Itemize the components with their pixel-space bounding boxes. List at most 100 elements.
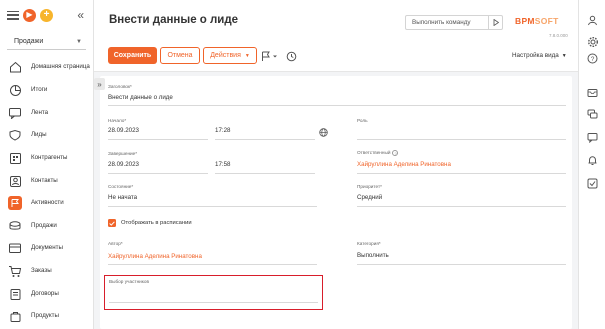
start-label: Начало* xyxy=(108,118,127,123)
command-line-input[interactable]: Выполнить команду xyxy=(405,15,503,30)
email-icon[interactable] xyxy=(586,86,599,99)
priority-field[interactable]: Средний xyxy=(357,194,382,201)
owner-label-wrap: Ответственный? xyxy=(357,150,399,156)
sidebar-item-label: Активности xyxy=(31,199,64,207)
status-label: Состояние* xyxy=(108,184,134,189)
version-label: 7.8.0.000 xyxy=(549,33,568,38)
orders-icon xyxy=(7,264,23,278)
sidebar-item-contracts[interactable]: Договоры xyxy=(0,283,93,305)
feed-icon xyxy=(7,106,23,120)
sidebar-item-products[interactable]: Продукты xyxy=(0,305,93,327)
sidebar-item-documents[interactable]: Документы xyxy=(0,237,93,259)
run-command-icon[interactable] xyxy=(488,16,502,29)
chart-icon xyxy=(7,83,23,97)
highlight-frame xyxy=(104,275,323,310)
subject-label: Заголовок* xyxy=(108,84,132,89)
end-date-field[interactable]: 28.09.2023 xyxy=(108,161,139,168)
svg-text:?: ? xyxy=(591,56,595,63)
documents-icon xyxy=(7,241,23,255)
subject-underline xyxy=(108,105,566,106)
clock-history-icon[interactable] xyxy=(286,50,297,62)
priority-label: Приоритет* xyxy=(357,184,382,189)
workplace-select-value: Продажи xyxy=(14,38,44,45)
sidebar-item-contacts[interactable]: Контакты xyxy=(0,170,93,192)
show-in-schedule-label[interactable]: Отображать в расписании xyxy=(121,220,192,226)
timezone-globe-icon[interactable] xyxy=(319,128,328,137)
status-field[interactable]: Не начата xyxy=(108,194,137,201)
end-date-underline xyxy=(108,173,208,174)
home-icon xyxy=(7,60,23,74)
tasks-checkbox-icon[interactable] xyxy=(586,177,599,190)
activities-icon xyxy=(8,196,22,210)
end-time-field[interactable]: 17:58 xyxy=(215,161,230,168)
sidebar-item-home[interactable]: Домашняя страница xyxy=(0,56,93,78)
save-button[interactable]: Сохранить xyxy=(108,47,157,64)
end-label: Завершение* xyxy=(108,151,138,156)
owner-label: Ответственный xyxy=(357,150,391,156)
sidebar-item-dashboards[interactable]: Итоги xyxy=(0,79,93,101)
actions-label: Действия xyxy=(210,52,241,59)
sidebar-item-label: Документы xyxy=(31,244,63,252)
page-title: Внести данные о лиде xyxy=(109,14,239,26)
feed-icon[interactable] xyxy=(586,131,599,144)
view-settings-button[interactable]: Настройка вида ▼ xyxy=(512,52,567,59)
sidebar-item-opportunities[interactable]: Продажи xyxy=(0,215,93,237)
leads-icon xyxy=(7,128,23,142)
sidebar-item-label: Контакты xyxy=(31,177,58,185)
contacts-icon xyxy=(7,174,23,188)
add-icon[interactable]: + xyxy=(40,8,53,22)
menu-icon[interactable] xyxy=(7,10,19,20)
sidebar-item-label: Лента xyxy=(31,109,49,117)
chevron-down-icon: ▼ xyxy=(561,52,567,59)
end-time-underline xyxy=(215,173,315,174)
sidebar-item-label: Заказы xyxy=(31,267,52,275)
cancel-button[interactable]: Отмена xyxy=(160,47,200,64)
workplace-select[interactable]: Продажи ▼ xyxy=(7,34,86,50)
flag-menu-icon[interactable] xyxy=(261,50,278,62)
bpmsoft-logo: BPMSOFT xyxy=(515,16,559,26)
priority-underline xyxy=(357,206,566,207)
help-icon[interactable]: ? xyxy=(392,150,399,156)
sidebar-item-accounts[interactable]: Контрагенты xyxy=(0,147,93,169)
sidebar-item-activities[interactable]: Активности xyxy=(0,192,93,214)
sidebar-item-orders[interactable]: Заказы xyxy=(0,260,93,282)
actions-button[interactable]: Действия ▼ xyxy=(203,47,257,64)
chat-icon[interactable] xyxy=(586,108,599,121)
process-play-icon[interactable]: ▶ xyxy=(23,8,36,22)
sidebar-item-feed[interactable]: Лента xyxy=(0,102,93,124)
role-underline xyxy=(357,139,566,140)
chevron-down-icon: ▼ xyxy=(244,52,250,59)
subject-field[interactable]: Внести данные о лиде xyxy=(108,94,173,101)
start-date-field[interactable]: 28.09.2023 xyxy=(108,127,139,134)
sidebar-item-label: Продажи xyxy=(31,222,57,230)
view-settings-label: Настройка вида xyxy=(512,52,559,59)
sidebar-item-label: Продукты xyxy=(31,312,59,320)
right-sidebar: ? xyxy=(578,0,605,329)
author-underline xyxy=(108,264,317,265)
author-field[interactable]: Хайруллина Аделина Ринатовна xyxy=(108,253,202,260)
owner-underline xyxy=(357,173,566,174)
app-root: ▶ + « Продажи ▼ Домашняя страница Итоги … xyxy=(0,0,605,329)
contracts-icon xyxy=(7,287,23,301)
category-label: Категория* xyxy=(357,241,381,246)
expand-panel-icon[interactable]: » xyxy=(94,78,105,90)
sidebar-item-leads[interactable]: Лиды xyxy=(0,124,93,146)
collapse-sidebar-icon[interactable]: « xyxy=(77,8,84,22)
help-icon[interactable]: ? xyxy=(586,52,599,65)
sidebar-item-label: Контрагенты xyxy=(31,154,68,162)
sidebar-item-label: Договоры xyxy=(31,290,59,298)
show-in-schedule-checkbox[interactable] xyxy=(108,219,116,227)
sales-icon xyxy=(7,219,23,233)
sidebar-top: ▶ + « xyxy=(0,0,93,30)
profile-icon[interactable] xyxy=(586,14,599,27)
products-icon xyxy=(7,309,23,323)
start-time-field[interactable]: 17:28 xyxy=(215,127,230,134)
owner-field[interactable]: Хайруллина Аделина Ринатовна xyxy=(357,161,451,168)
chevron-down-icon: ▼ xyxy=(76,38,82,45)
gear-icon[interactable] xyxy=(586,35,599,48)
start-date-underline xyxy=(108,139,208,140)
notifications-bell-icon[interactable] xyxy=(586,154,599,167)
status-underline xyxy=(108,206,317,207)
role-label: Роль xyxy=(357,118,368,123)
category-field[interactable]: Выполнить xyxy=(357,252,389,259)
